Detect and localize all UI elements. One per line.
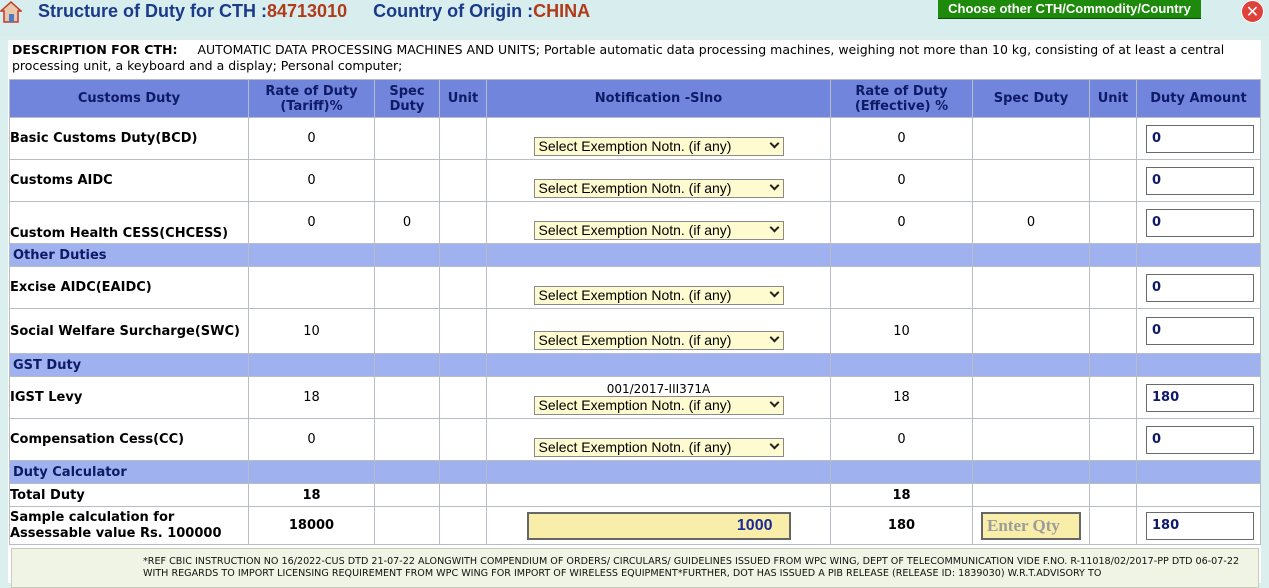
chevron-down-icon bbox=[769, 180, 779, 191]
assessable-value-input[interactable]: 1000 bbox=[526, 511, 791, 540]
table-header-row: Customs Duty Rate of Duty (Tariff)% Spec D… bbox=[9, 79, 1261, 118]
exemption-select[interactable]: Select Exemption Notn. (if any) bbox=[533, 396, 784, 415]
chevron-down-icon bbox=[769, 332, 779, 343]
total-row: Total Duty 18 18 bbox=[9, 483, 1261, 507]
header-duty-amount: Duty Amount bbox=[1136, 79, 1261, 118]
country-value: CHINA bbox=[533, 1, 591, 21]
chevron-down-icon bbox=[769, 138, 779, 149]
section-gst-duty: GST Duty bbox=[9, 353, 249, 377]
section-duty-calculator: Duty Calculator bbox=[9, 460, 249, 484]
rate-effective: 0 bbox=[830, 159, 973, 202]
cth-description: DESCRIPTION FOR CTH: AUTOMATIC DATA PROCE… bbox=[12, 42, 1256, 74]
country-label: Country of Origin : bbox=[373, 1, 534, 21]
footer-text: *REF CBIC INSTRUCTION NO 16/2022-CUS DTD… bbox=[143, 556, 1240, 579]
duty-panel: DESCRIPTION FOR CTH: AUTOMATIC DATA PROCE… bbox=[8, 40, 1261, 588]
description-text: AUTOMATIC DATA PROCESSING MACHINES AND U… bbox=[12, 42, 1225, 73]
header-spec-duty-2: Spec Duty bbox=[972, 79, 1090, 118]
rate-effective: 18 bbox=[830, 376, 973, 419]
table-row: Custom Health CESS(CHCESS) 0 0 Select Ex… bbox=[9, 201, 1261, 244]
duty-table: Customs Duty Rate of Duty (Tariff)% Spec D… bbox=[9, 79, 1261, 545]
section-other-duties: Other Duties bbox=[9, 243, 249, 267]
header-rate-effective: Rate of Duty (Effective) % bbox=[830, 79, 973, 118]
row-label: Customs AIDC bbox=[9, 159, 249, 202]
description-label: DESCRIPTION FOR CTH: bbox=[12, 42, 178, 57]
header-unit: Unit bbox=[439, 79, 487, 118]
cth-value: 84713010 bbox=[267, 1, 348, 21]
section-row: Other Duties bbox=[9, 243, 1261, 267]
duty-amount-input[interactable]: 0 bbox=[1146, 273, 1254, 302]
duty-amount-input[interactable]: 180 bbox=[1146, 383, 1254, 412]
spec-duty-2: 0 bbox=[972, 201, 1090, 244]
row-label: Basic Customs Duty(BCD) bbox=[9, 117, 249, 160]
page-title: Structure of Duty for CTH :84713010 Count… bbox=[38, 1, 590, 22]
row-label: Social Welfare Surcharge(SWC) bbox=[9, 308, 249, 354]
rate-effective: 10 bbox=[830, 308, 973, 354]
section-row: GST Duty bbox=[9, 353, 1261, 377]
row-label: Total Duty bbox=[9, 483, 249, 507]
header-spec-duty: Spec Duty bbox=[374, 79, 440, 118]
footer-note: *REF CBIC INSTRUCTION NO 16/2022-CUS DTD… bbox=[11, 548, 1259, 588]
rate-tariff: 0 bbox=[248, 117, 375, 160]
close-icon[interactable]: ✕ bbox=[1241, 0, 1264, 23]
sample-effective: 180 bbox=[830, 506, 973, 545]
exemption-select[interactable]: Select Exemption Notn. (if any) bbox=[533, 137, 784, 156]
exemption-select[interactable]: Select Exemption Notn. (if any) bbox=[533, 286, 784, 305]
rate-effective: 0 bbox=[830, 117, 973, 160]
row-label: Compensation Cess(CC) bbox=[9, 418, 249, 461]
exemption-select[interactable]: Select Exemption Notn. (if any) bbox=[533, 438, 784, 457]
table-row: Social Welfare Surcharge(SWC) 10 Select … bbox=[9, 308, 1261, 354]
choose-other-cth-button[interactable]: Choose other CTH/Commodity/Country bbox=[938, 0, 1201, 18]
duty-amount-input[interactable]: 0 bbox=[1146, 317, 1254, 345]
duty-amount-input[interactable]: 0 bbox=[1146, 208, 1254, 237]
row-label: IGST Levy bbox=[9, 376, 249, 419]
cth-label: Structure of Duty for CTH : bbox=[38, 1, 267, 21]
exemption-select[interactable]: Select Exemption Notn. (if any) bbox=[533, 331, 784, 350]
rate-tariff: 0 bbox=[248, 201, 375, 244]
home-icon[interactable] bbox=[0, 0, 22, 24]
exemption-select[interactable]: Select Exemption Notn. (if any) bbox=[533, 221, 784, 240]
duty-amount-input[interactable]: 0 bbox=[1146, 166, 1254, 195]
sample-tariff: 18000 bbox=[248, 506, 375, 545]
duty-amount-input[interactable]: 0 bbox=[1146, 124, 1254, 153]
rate-tariff: 0 bbox=[248, 418, 375, 461]
rate-tariff: 0 bbox=[248, 159, 375, 202]
rate-tariff: 10 bbox=[248, 308, 375, 354]
rate-effective: 0 bbox=[830, 201, 973, 244]
rate-tariff: 18 bbox=[248, 376, 375, 419]
spec-duty: 0 bbox=[374, 201, 440, 244]
row-label: Excise AIDC(EAIDC) bbox=[9, 266, 249, 309]
table-row: IGST Levy 18 001/2017-III371A Select Exe… bbox=[9, 376, 1261, 419]
row-label: Custom Health CESS(CHCESS) bbox=[9, 201, 249, 244]
quantity-input[interactable]: Enter Qty bbox=[981, 511, 1081, 540]
section-row: Duty Calculator bbox=[9, 460, 1261, 484]
duty-amount-input[interactable]: 180 bbox=[1146, 511, 1254, 540]
sample-label: Sample calculation for Assessable value R… bbox=[9, 506, 249, 545]
table-row: Compensation Cess(CC) 0 Select Exemption… bbox=[9, 418, 1261, 461]
chevron-down-icon bbox=[769, 397, 779, 408]
title-bar: Structure of Duty for CTH :84713010 Count… bbox=[0, 0, 1269, 36]
header-customs-duty: Customs Duty bbox=[9, 79, 249, 118]
exemption-select[interactable]: Select Exemption Notn. (if any) bbox=[533, 179, 784, 198]
header-unit-2: Unit bbox=[1089, 79, 1137, 118]
duty-amount-input[interactable]: 0 bbox=[1146, 425, 1254, 454]
header-rate-tariff: Rate of Duty (Tariff)% bbox=[248, 79, 375, 118]
total-effective: 18 bbox=[830, 483, 973, 507]
table-row: Basic Customs Duty(BCD) 0 Select Exempti… bbox=[9, 117, 1261, 160]
table-row: Excise AIDC(EAIDC) Select Exemption Notn… bbox=[9, 266, 1261, 309]
chevron-down-icon bbox=[769, 222, 779, 233]
chevron-down-icon bbox=[769, 439, 779, 450]
total-tariff: 18 bbox=[248, 483, 375, 507]
notification-code: 001/2017-III371A bbox=[606, 382, 711, 396]
table-row: Customs AIDC 0 Select Exemption Notn. (i… bbox=[9, 159, 1261, 202]
chevron-down-icon bbox=[769, 287, 779, 298]
rate-effective: 0 bbox=[830, 418, 973, 461]
sample-row: Sample calculation for Assessable value R… bbox=[9, 506, 1261, 545]
header-notification: Notification -Slno bbox=[486, 79, 831, 118]
